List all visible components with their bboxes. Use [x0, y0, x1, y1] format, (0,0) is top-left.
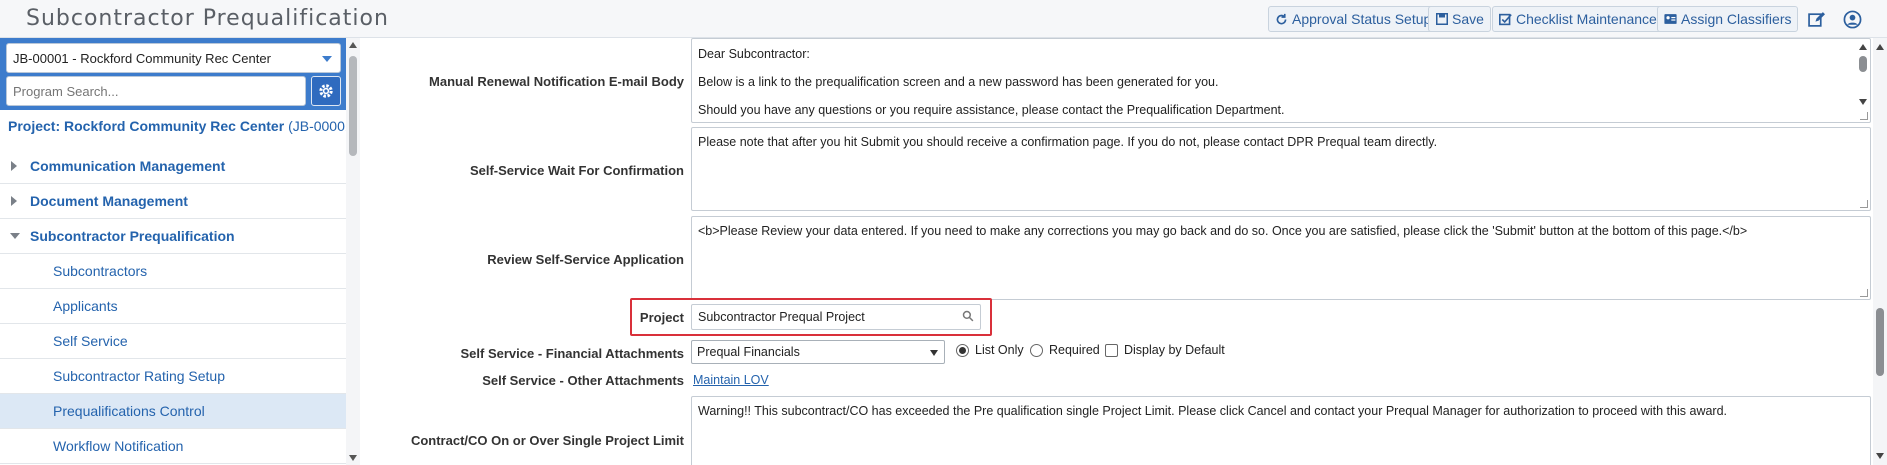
- chevron-down-icon: [322, 56, 332, 62]
- chevron-down-icon: [10, 233, 20, 239]
- scroll-down-icon[interactable]: [1876, 453, 1884, 459]
- sidebar: JB-00001 - Rockford Community Rec Center…: [0, 38, 360, 465]
- chevron-down-icon: [930, 350, 938, 356]
- required-radio[interactable]: [1030, 343, 1043, 357]
- project-header-name: Project: Rockford Community Rec Center: [8, 118, 285, 134]
- display-by-default-option[interactable]: Display by Default: [1105, 343, 1225, 357]
- display-by-default-label: Display by Default: [1124, 343, 1225, 357]
- sidebar-item-subcontractor-rating-setup[interactable]: Subcontractor Rating Setup: [0, 359, 346, 394]
- sidebar-item-self-service[interactable]: Self Service: [0, 324, 346, 359]
- sidebar-item-label: Subcontractor Rating Setup: [53, 368, 225, 384]
- resize-handle-icon[interactable]: [1860, 200, 1868, 208]
- save-label: Save: [1452, 11, 1484, 27]
- contract-limit-text: Warning!! This subcontract/CO has exceed…: [698, 404, 1728, 418]
- sidebar-nav: Communication Management Document Manage…: [0, 149, 346, 464]
- review-application-textarea[interactable]: <b>Please Review your data entered. If y…: [691, 216, 1871, 300]
- renewal-email-textarea[interactable]: Dear Subcontractor: Below is a link to t…: [691, 38, 1871, 123]
- sidebar-item-workflow-notification[interactable]: Workflow Notification: [0, 429, 346, 464]
- financial-attachments-label: Self Service - Financial Attachments: [460, 346, 684, 361]
- assign-classifiers-button[interactable]: Assign Classifiers: [1657, 6, 1799, 32]
- chevron-right-icon: [11, 196, 17, 206]
- required-option[interactable]: Required: [1030, 343, 1100, 357]
- id-card-icon: [1664, 13, 1677, 26]
- renewal-email-line: Below is a link to the prequalification …: [698, 75, 1219, 89]
- display-by-default-checkbox[interactable]: [1105, 343, 1118, 357]
- chevron-right-icon: [11, 161, 17, 171]
- list-only-option[interactable]: List Only: [956, 343, 1024, 357]
- program-search-input[interactable]: [6, 76, 306, 106]
- required-label: Required: [1049, 343, 1100, 357]
- gear-icon: [319, 84, 333, 98]
- main-form: Manual Renewal Notification E-mail Body …: [370, 38, 1887, 465]
- sidebar-item-label: Self Service: [53, 333, 128, 349]
- sidebar-item-label: Prequalifications Control: [53, 403, 205, 419]
- review-application-label: Review Self-Service Application: [487, 252, 684, 267]
- maintain-lov-link[interactable]: Maintain LOV: [693, 373, 769, 387]
- sidebar-item-prequalifications-control[interactable]: Prequalifications Control: [0, 394, 346, 429]
- list-only-radio[interactable]: [956, 343, 969, 357]
- renewal-email-label: Manual Renewal Notification E-mail Body: [429, 74, 684, 89]
- list-only-label: List Only: [975, 343, 1024, 357]
- project-select-value: JB-00001 - Rockford Community Rec Center: [13, 51, 271, 66]
- scroll-thumb[interactable]: [349, 56, 357, 156]
- scroll-up-icon[interactable]: [1859, 44, 1867, 50]
- user-account-icon[interactable]: [1842, 9, 1862, 29]
- scroll-thumb[interactable]: [1859, 56, 1867, 72]
- sidebar-item-label: Subcontractors: [53, 263, 148, 279]
- sidebar-item-label: Workflow Notification: [53, 438, 184, 454]
- scroll-up-icon[interactable]: [349, 42, 357, 48]
- sidebar-item-label: Communication Management: [30, 158, 226, 174]
- sidebar-scrollbar[interactable]: [346, 38, 360, 465]
- scroll-down-icon[interactable]: [349, 455, 357, 461]
- settings-button[interactable]: [311, 76, 341, 106]
- wait-confirmation-text: Please note that after you hit Submit yo…: [698, 135, 1438, 149]
- contract-limit-label: Contract/CO On or Over Single Project Li…: [410, 433, 684, 448]
- financial-attachments-value: Prequal Financials: [697, 345, 800, 359]
- sidebar-item-label: Subcontractor Prequalification: [30, 228, 235, 244]
- sidebar-top-panel: JB-00001 - Rockford Community Rec Center…: [0, 38, 357, 141]
- main-scrollbar[interactable]: [1873, 38, 1887, 465]
- scroll-down-icon[interactable]: [1859, 99, 1867, 105]
- checklist-maintenance-label: Checklist Maintenance: [1516, 11, 1657, 27]
- floppy-disk-icon: [1435, 13, 1448, 26]
- sidebar-item-communication-management[interactable]: Communication Management: [0, 149, 346, 184]
- sidebar-item-document-management[interactable]: Document Management: [0, 184, 346, 219]
- approval-status-setup-button[interactable]: Approval Status Setup: [1268, 6, 1439, 32]
- resize-handle-icon[interactable]: [1860, 112, 1868, 120]
- wait-confirmation-label: Self-Service Wait For Confirmation: [469, 163, 684, 178]
- financial-attachments-select[interactable]: Prequal Financials: [691, 340, 945, 364]
- checkbox-icon: [1499, 13, 1512, 26]
- refresh-icon: [1275, 13, 1288, 26]
- scroll-thumb[interactable]: [1876, 308, 1884, 376]
- contract-limit-textarea[interactable]: Warning!! This subcontract/CO has exceed…: [691, 396, 1871, 465]
- sidebar-item-subcontractor-prequalification[interactable]: Subcontractor Prequalification: [0, 219, 346, 254]
- page-title: Subcontractor Prequalification: [26, 6, 389, 31]
- sidebar-item-label: Document Management: [30, 193, 188, 209]
- project-select[interactable]: JB-00001 - Rockford Community Rec Center: [6, 43, 341, 73]
- project-header[interactable]: Project: Rockford Community Rec Center (…: [0, 110, 357, 141]
- textarea-scrollbar[interactable]: [1857, 40, 1869, 121]
- checklist-maintenance-button[interactable]: Checklist Maintenance: [1492, 6, 1664, 32]
- review-application-text: <b>Please Review your data entered. If y…: [698, 224, 1748, 238]
- renewal-email-line: Dear Subcontractor:: [698, 47, 810, 61]
- resize-handle-icon[interactable]: [1860, 289, 1868, 297]
- scroll-up-icon[interactable]: [1876, 44, 1884, 50]
- sidebar-item-subcontractors[interactable]: Subcontractors: [0, 254, 346, 289]
- highlight-box: [630, 298, 992, 336]
- approval-status-setup-label: Approval Status Setup: [1292, 11, 1432, 27]
- header-bar: Subcontractor Prequalification Approval …: [0, 0, 1887, 38]
- wait-confirmation-textarea[interactable]: Please note that after you hit Submit yo…: [691, 127, 1871, 211]
- renewal-email-line: Should you have any questions or you req…: [698, 103, 1285, 117]
- save-button[interactable]: Save: [1428, 6, 1491, 32]
- sidebar-item-label: Applicants: [53, 298, 118, 314]
- assign-classifiers-label: Assign Classifiers: [1681, 11, 1792, 27]
- other-attachments-label: Self Service - Other Attachments: [482, 373, 684, 388]
- edit-icon[interactable]: [1806, 9, 1826, 29]
- sidebar-item-applicants[interactable]: Applicants: [0, 289, 346, 324]
